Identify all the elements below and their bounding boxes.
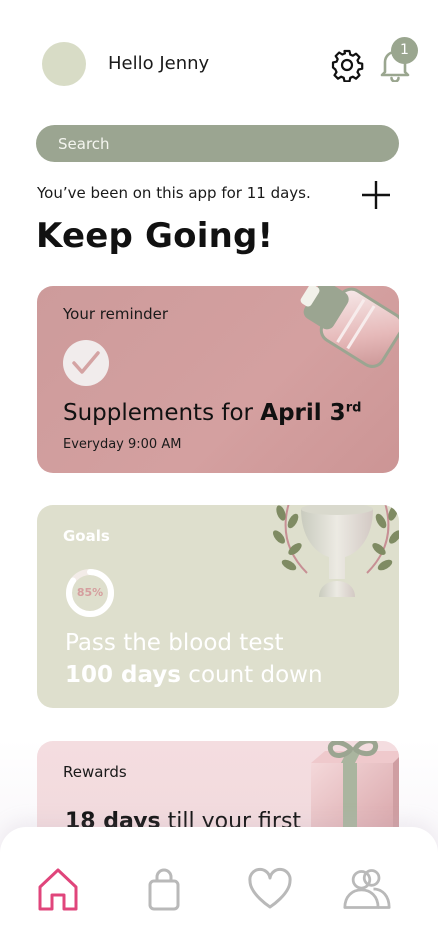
goal-countdown: 100 days count down — [65, 662, 323, 688]
reminder-card[interactable]: Your reminder Supplements for April 3rd … — [37, 286, 399, 473]
home-icon[interactable] — [34, 865, 82, 913]
reminder-title: Supplements for April 3rd — [63, 400, 362, 426]
checkmark-icon — [72, 351, 100, 374]
heart-icon[interactable] — [246, 865, 294, 913]
notification-badge: 1 — [391, 37, 418, 64]
rewards-label: Rewards — [63, 763, 127, 781]
gear-icon[interactable] — [330, 48, 364, 82]
progress-text: 85% — [76, 586, 104, 599]
streak-text: You’ve been on this app for 11 days. — [37, 184, 311, 202]
avatar[interactable] — [42, 42, 86, 86]
check-button[interactable] — [63, 340, 109, 386]
page-title: Keep Going! — [36, 216, 274, 256]
community-icon[interactable] — [343, 865, 391, 913]
bottom-nav — [0, 827, 438, 947]
search-input[interactable] — [36, 125, 399, 162]
trophy-icon — [273, 505, 399, 597]
reminder-schedule: Everyday 9:00 AM — [63, 437, 182, 452]
reminder-label: Your reminder — [63, 305, 169, 323]
supplement-bottle-icon — [300, 286, 399, 368]
goals-card[interactable]: Goals 85% Pass the blood test 100 days c… — [37, 505, 399, 708]
goal-title: Pass the blood test — [65, 630, 284, 656]
gift-icon — [311, 741, 399, 839]
add-icon[interactable] — [360, 179, 392, 211]
greeting: Hello Jenny — [108, 53, 210, 74]
goals-label: Goals — [63, 527, 110, 545]
shopping-bag-icon[interactable] — [140, 865, 188, 913]
